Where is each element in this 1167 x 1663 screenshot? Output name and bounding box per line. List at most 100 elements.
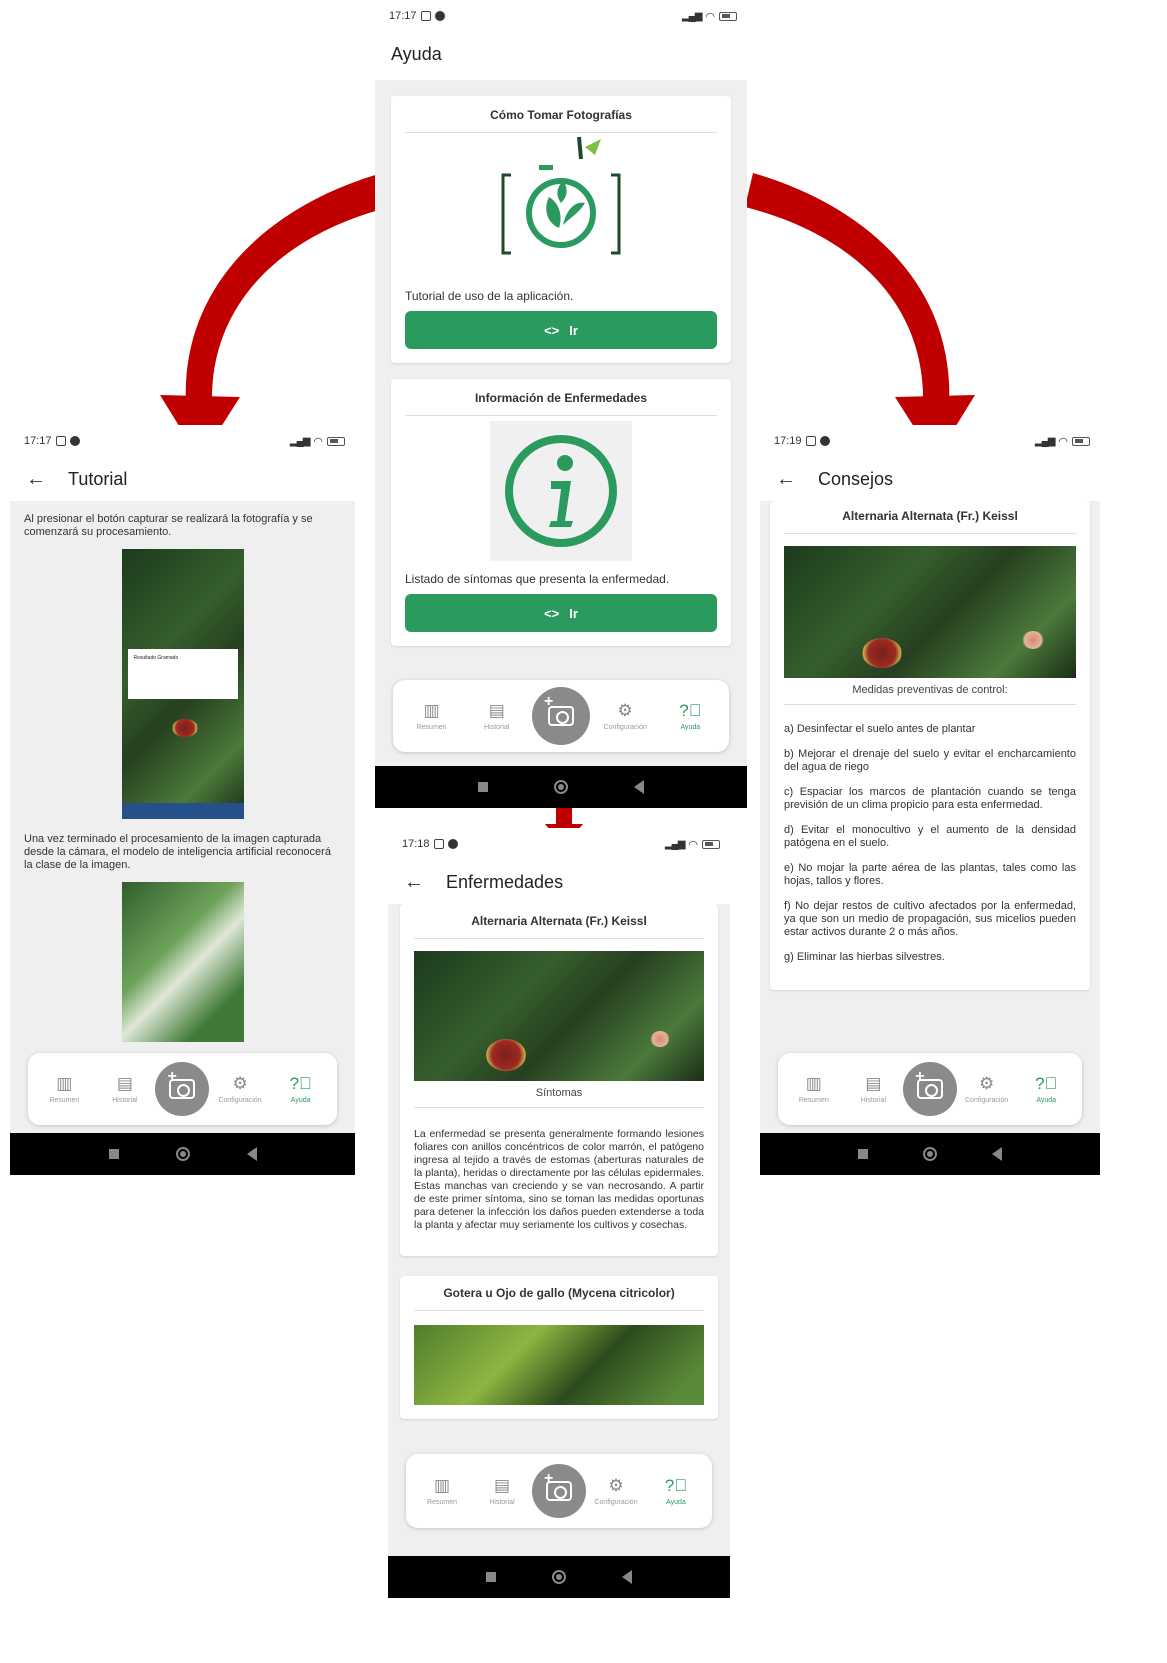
nav-configuracion[interactable]: ⚙ Configuración <box>595 701 655 731</box>
bottom-nav: ▥ Resumen ▤ Historial + ⚙ Configuración ?⃝ A… <box>28 1053 337 1125</box>
image-caption: Síntomas <box>414 1087 704 1108</box>
signal-icon: ▂▄▆ <box>664 838 685 850</box>
lesion <box>650 1031 670 1047</box>
capture-button[interactable]: + <box>532 1464 586 1518</box>
help-icon: ?⃝ <box>289 1073 312 1093</box>
app-bar: ← Enfermedades <box>388 860 730 904</box>
home-icon[interactable] <box>554 780 568 794</box>
nav-ayuda[interactable]: ?⃝ Ayuda <box>646 1476 706 1506</box>
camera-leaf-illustration <box>405 133 717 283</box>
back-triangle-icon[interactable] <box>992 1147 1003 1161</box>
content-area: Al presionar el botón capturar se realiz… <box>10 501 355 1133</box>
nav-resumen[interactable]: ▥ Resumen <box>402 700 462 731</box>
nav-ayuda[interactable]: ?⃝ Ayuda <box>660 701 720 731</box>
wifi-icon: ◠ <box>1058 435 1068 448</box>
screen-enfermedades: 17:18 ▂▄▆ ◠ ← Enfermedades Alternaria Alt… <box>388 828 730 1598</box>
disease-leaf-image <box>414 1325 704 1405</box>
back-triangle-icon[interactable] <box>622 1570 632 1584</box>
gear-icon: ⚙ <box>232 1073 248 1093</box>
nav-label: Ayuda <box>666 1498 686 1506</box>
lesion <box>1022 631 1044 649</box>
recents-icon[interactable] <box>486 1572 496 1582</box>
back-triangle-icon[interactable] <box>246 1147 257 1161</box>
card-enfermedades: Información de Enfermedades Listado de s… <box>391 379 731 646</box>
nav-resumen[interactable]: ▥ Resumen <box>784 1074 844 1104</box>
dialog-text: Resultado Gramado <box>133 655 179 661</box>
app-bar: ← Consejos <box>760 457 1100 501</box>
gallery-icon: ▤ <box>865 1073 882 1093</box>
capture-button[interactable]: + <box>155 1062 210 1116</box>
nav-label: Resumen <box>798 1096 829 1104</box>
nav-configuracion[interactable]: ⚙ Configuración <box>210 1073 270 1104</box>
card-title: Cómo Tomar Fotografías <box>405 108 717 133</box>
card-title: Alternaria Alternata (Fr.) Keissl <box>784 509 1076 534</box>
calendar-icon <box>420 11 431 21</box>
notification-icon <box>819 436 830 446</box>
plus-icon: + <box>543 693 554 710</box>
card-gotera: Gotera u Ojo de gallo (Mycena citricolor… <box>400 1276 718 1419</box>
battery-icon <box>1072 436 1090 446</box>
code-icon: <> <box>544 322 560 338</box>
wifi-icon: ◠ <box>688 838 698 851</box>
bottom-nav: ▥ Resumen ▤ Historial + ⚙ Configuración ?⃝ A… <box>778 1053 1082 1125</box>
nav-label: Historial <box>484 723 510 731</box>
capture-button[interactable]: + <box>531 687 590 745</box>
back-arrow-icon[interactable]: ← <box>26 468 46 491</box>
page-title: Enfermedades <box>446 871 564 892</box>
nav-ayuda[interactable]: ?⃝ Ayuda <box>271 1073 331 1104</box>
button-label: Ir <box>569 322 578 338</box>
nav-label: Configuración <box>218 1096 262 1104</box>
image-caption: Medidas preventivas de control: <box>784 684 1076 705</box>
nav-resumen[interactable]: ▥ Resumen <box>412 1476 472 1506</box>
home-icon[interactable] <box>175 1147 190 1161</box>
nav-configuracion[interactable]: ⚙ Configuración <box>957 1073 1017 1104</box>
capture-screenshot-image: Resultado Gramado <box>121 549 244 819</box>
back-arrow-icon[interactable]: ← <box>404 871 424 894</box>
battery-icon <box>719 11 737 21</box>
plus-icon: + <box>915 1068 925 1085</box>
recents-icon[interactable] <box>478 782 488 792</box>
nav-label: Ayuda <box>1036 1096 1057 1104</box>
wifi-icon: ◠ <box>705 10 715 23</box>
home-icon[interactable] <box>922 1147 937 1161</box>
battery-icon <box>327 436 345 446</box>
capture-button[interactable]: + <box>903 1062 957 1116</box>
nav-configuracion[interactable]: ⚙ Configuración <box>586 1475 646 1506</box>
card-alternaria: Alternaria Alternata (Fr.) Keissl Síntom… <box>400 904 718 1256</box>
signal-icon: ▂▄▆ <box>1034 435 1055 447</box>
info-illustration <box>405 416 717 566</box>
content-area: Cómo Tomar Fotografías Tutorial de uso d… <box>375 80 747 766</box>
help-icon: ?⃝ <box>1035 1073 1058 1093</box>
ir-button-enfermedades[interactable]: <> Ir <box>405 594 717 632</box>
nav-historial[interactable]: ▤ Historial <box>95 1074 155 1104</box>
back-arrow-icon[interactable]: ← <box>776 468 796 491</box>
nav-label: Historial <box>112 1096 138 1104</box>
classification-image <box>121 882 244 1042</box>
back-triangle-icon[interactable] <box>634 780 644 794</box>
nav-ayuda[interactable]: ?⃝ Ayuda <box>1016 1073 1076 1104</box>
screen-tutorial: 17:17 ▂▄▆ ◠ ← Tutorial Al presionar el bo… <box>10 425 355 1175</box>
recents-icon[interactable] <box>108 1149 119 1159</box>
ir-button-tutorial[interactable]: <> Ir <box>405 311 717 349</box>
status-bar: 17:18 ▂▄▆ ◠ <box>388 828 730 860</box>
tutorial-paragraph-1: Al presionar el botón capturar se realiz… <box>24 513 313 538</box>
nav-label: Configuración <box>965 1096 1009 1104</box>
bottom-nav: ▥ Resumen ▤ Historial + ⚙ Configuración ?⃝ A… <box>406 1454 712 1528</box>
recents-icon[interactable] <box>857 1149 868 1159</box>
chart-icon: ▥ <box>423 700 440 720</box>
signal-icon: ▂▄▆ <box>289 435 310 447</box>
nav-historial[interactable]: ▤ Historial <box>467 701 527 731</box>
chart-icon: ▥ <box>56 1073 73 1093</box>
gear-icon: ⚙ <box>978 1073 995 1093</box>
screen-ayuda: 17:17 ▂▄▆◠ Ayuda Cómo Tomar Fotografías <box>375 0 747 808</box>
notification-icon <box>434 11 445 21</box>
nav-label: Resumen <box>416 723 447 731</box>
plus-icon: + <box>544 1470 554 1487</box>
home-icon[interactable] <box>552 1570 566 1584</box>
nav-resumen[interactable]: ▥ Resumen <box>34 1073 94 1104</box>
status-bar: 17:17 ▂▄▆ ◠ <box>375 0 747 32</box>
nav-historial[interactable]: ▤ Historial <box>472 1476 532 1506</box>
preventive-list: a) Desinfectar el suelo antes de plantar… <box>784 723 1076 964</box>
nav-historial[interactable]: ▤ Historial <box>844 1073 904 1104</box>
gear-icon: ⚙ <box>608 1475 624 1495</box>
